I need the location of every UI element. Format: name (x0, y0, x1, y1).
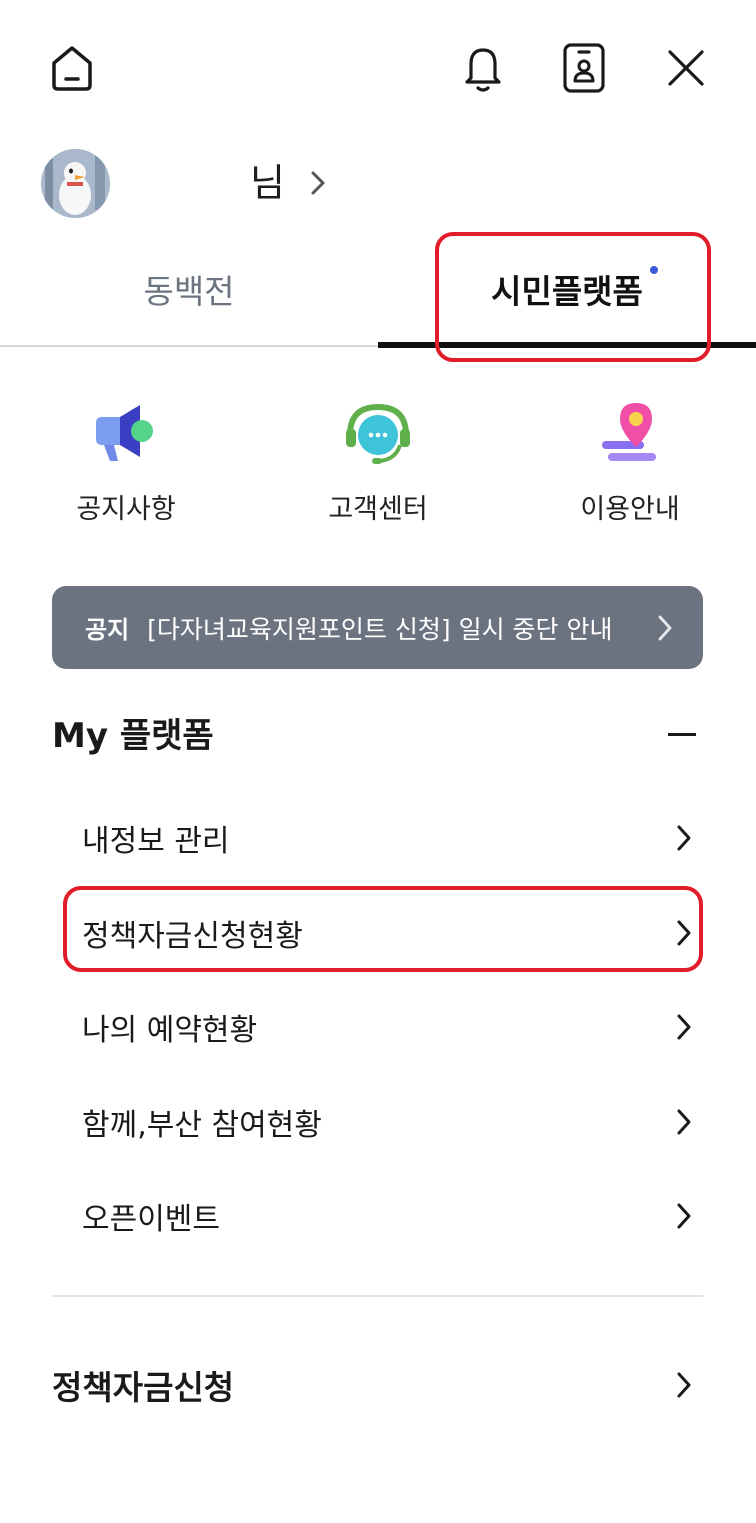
menu-item-label: 함께,부산 참여현황 (82, 1108, 322, 1143)
home-button[interactable] (44, 40, 100, 96)
mobile-id-button[interactable] (556, 40, 612, 96)
close-icon (668, 50, 704, 86)
my-platform-title: My 플랫폼 (52, 716, 214, 756)
chevron-right-icon (677, 1372, 691, 1398)
chevron-right-icon (677, 1203, 691, 1229)
profile-chevron-icon[interactable] (308, 168, 328, 202)
notification-button[interactable] (455, 40, 511, 96)
menu-policy-fund-application[interactable]: 정책자금신청 (52, 1355, 703, 1415)
section-divider (52, 1295, 703, 1297)
highlight-box-menu-item (63, 886, 703, 972)
notice-text: [다자녀교육지원포인트 신청] 일시 중단 안내 (147, 614, 613, 644)
menu-item-reservation-status[interactable]: 나의 예약현황 (52, 997, 703, 1057)
collapse-minus-icon[interactable] (668, 733, 696, 736)
menu-item-my-info[interactable]: 내정보 관리 (52, 808, 703, 868)
menu-item-label: 내정보 관리 (82, 824, 230, 859)
notice-tag: 공지 (85, 616, 130, 644)
tab-dongbaekjeon[interactable]: 동백전 (0, 262, 378, 322)
quick-menu-notice[interactable]: 공지사항 (26, 395, 226, 527)
megaphone-icon (96, 405, 153, 461)
chevron-right-icon (658, 615, 672, 640)
headset-chat-icon (346, 403, 410, 464)
id-card-icon (563, 43, 605, 93)
menu-item-participation-status[interactable]: 함께,부산 참여현황 (52, 1092, 703, 1152)
close-button[interactable] (658, 40, 714, 96)
avatar[interactable] (41, 149, 110, 218)
quick-menu-customer-center[interactable]: 고객센터 (278, 395, 478, 527)
quick-menu-label: 공지사항 (76, 494, 176, 525)
policy-fund-label: 정책자금신청 (52, 1368, 235, 1407)
menu-item-label: 나의 예약현황 (82, 1013, 258, 1048)
quick-menu-label: 이용안내 (580, 494, 680, 525)
menu-item-open-event[interactable]: 오픈이벤트 (52, 1186, 703, 1246)
chevron-right-icon (677, 1109, 691, 1135)
profile-name[interactable]: 님 (250, 160, 285, 206)
bell-icon (465, 48, 501, 92)
notice-banner[interactable]: 공지 [다자녀교육지원포인트 신청] 일시 중단 안내 (52, 586, 703, 669)
penguin-avatar-image (41, 149, 110, 218)
chevron-right-icon (677, 1014, 691, 1040)
chevron-right-icon (677, 825, 691, 851)
map-pin-icon (602, 403, 656, 461)
quick-menu-guide[interactable]: 이용안내 (530, 395, 730, 527)
menu-item-label: 오픈이벤트 (82, 1202, 220, 1237)
highlight-box-tab (435, 232, 711, 362)
home-icon (52, 46, 92, 91)
quick-menu-label: 고객센터 (328, 494, 428, 525)
